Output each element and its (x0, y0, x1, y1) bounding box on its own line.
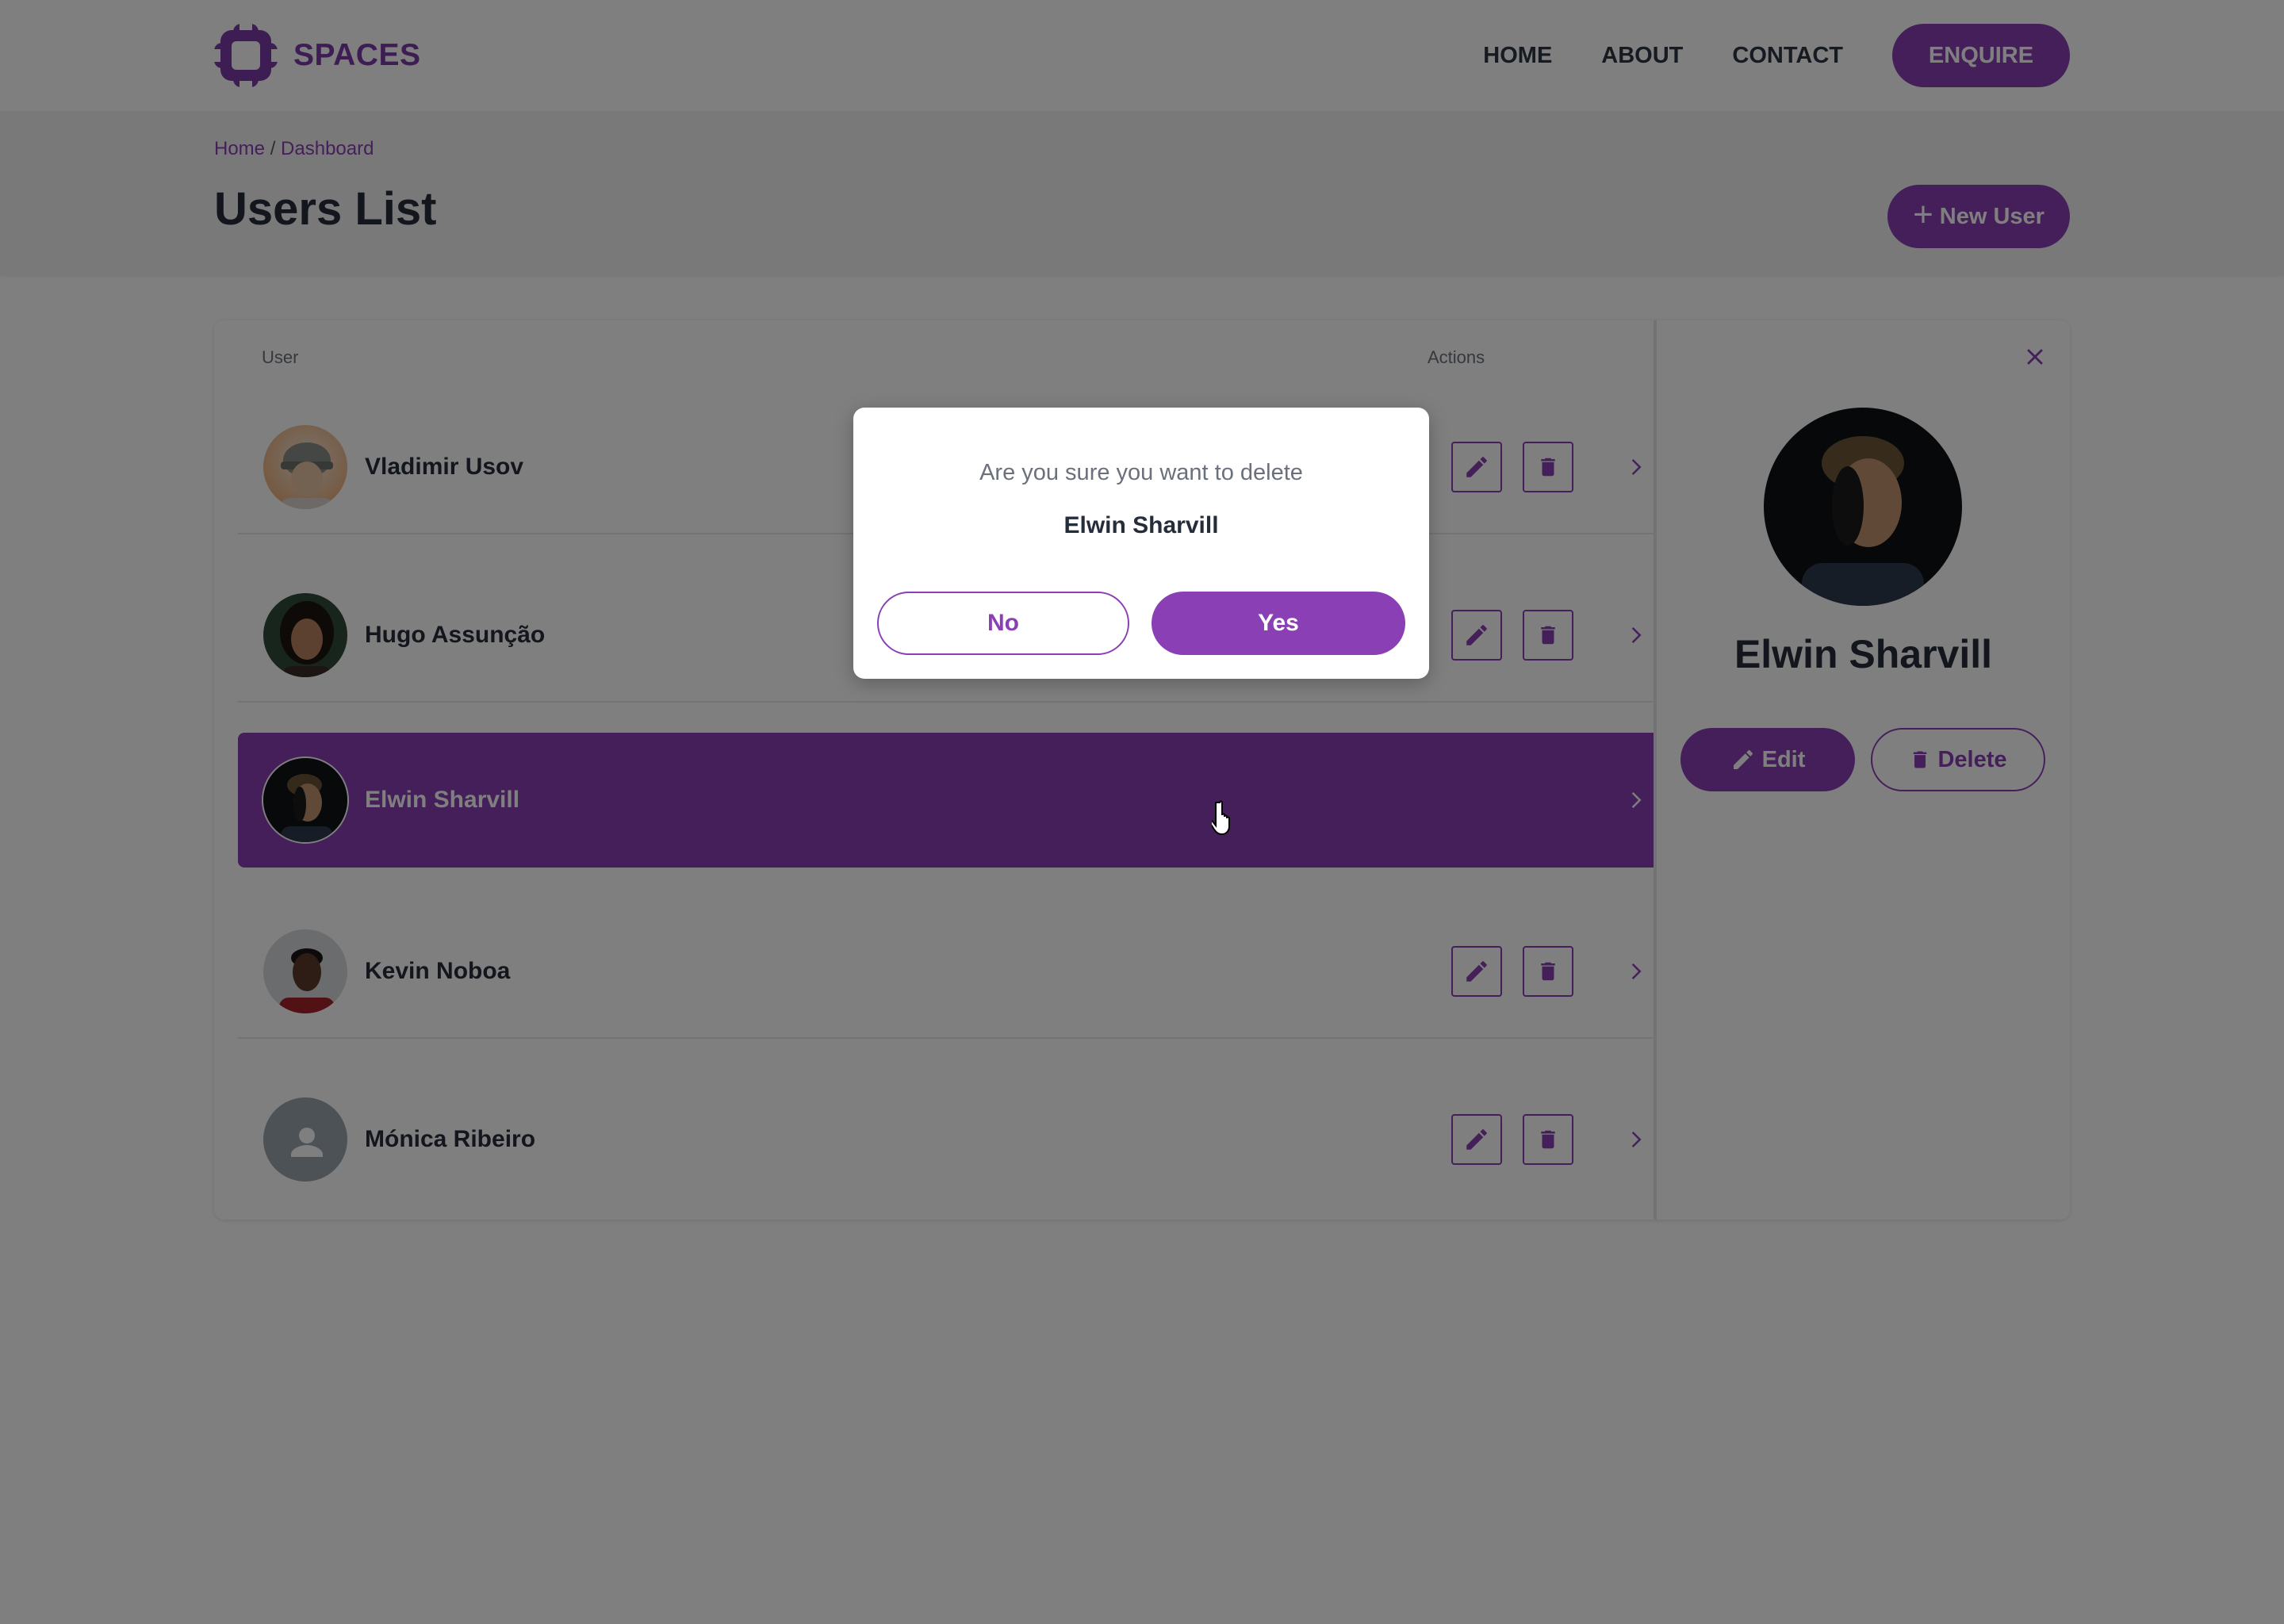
delete-confirm-dialog: Are you sure you want to delete Elwin Sh… (853, 408, 1429, 679)
yes-button[interactable]: Yes (1152, 592, 1405, 655)
no-button[interactable]: No (877, 592, 1129, 655)
dialog-question: Are you sure you want to delete (979, 460, 1303, 485)
page: SPACES HOME ABOUT CONTACT ENQUIRE Home /… (0, 0, 2284, 1624)
dialog-user-name: Elwin Sharvill (1063, 512, 1219, 538)
hand-cursor-icon (1212, 800, 1230, 835)
modal-backdrop[interactable] (0, 0, 2284, 1624)
